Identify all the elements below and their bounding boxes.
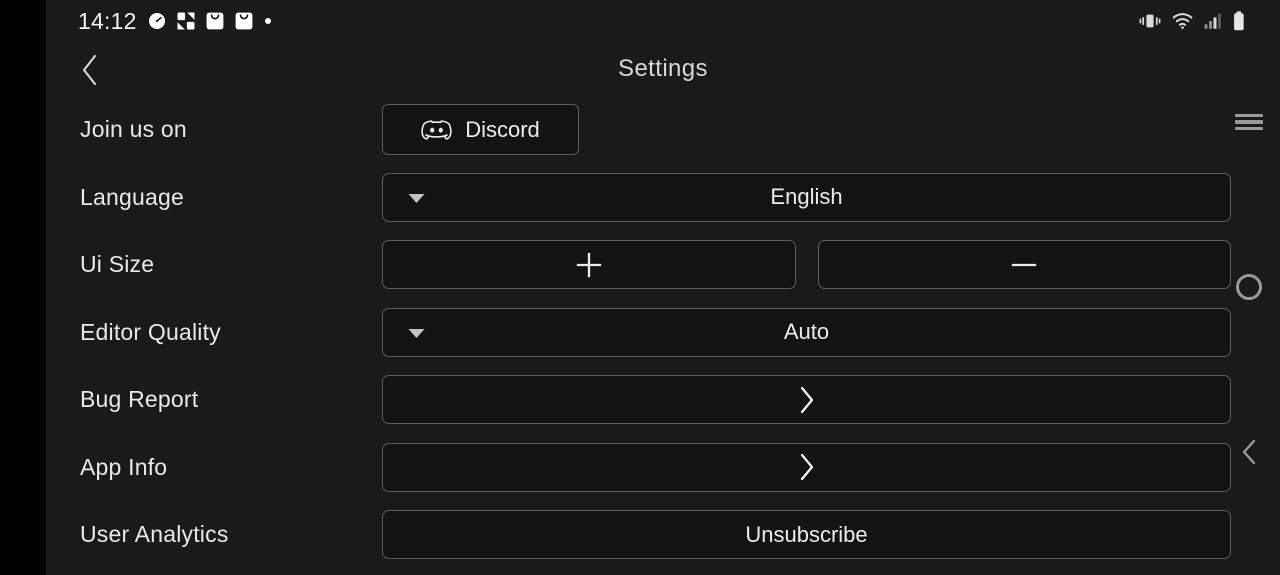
android-nav-bar: [1220, 0, 1280, 575]
speedometer-icon: [148, 13, 165, 29]
row-control-bug-report: [382, 375, 1231, 425]
settings-row-language: Language English: [46, 164, 1280, 232]
chevron-right-icon: [800, 386, 813, 413]
recents-icon: [1235, 111, 1263, 134]
row-control-language: English: [382, 172, 1231, 222]
wifi-icon: [1172, 13, 1193, 29]
status-bar-clock: 14:12: [78, 7, 137, 34]
unsubscribe-button[interactable]: Unsubscribe: [382, 510, 1231, 560]
nav-home-button[interactable]: [1228, 266, 1270, 308]
row-label-join-us-on: Join us on: [80, 116, 187, 143]
ui-size-decrease-button[interactable]: [817, 240, 1231, 290]
row-control-user-analytics: Unsubscribe: [382, 510, 1231, 560]
nav-back-button[interactable]: [1228, 431, 1270, 473]
caret-down-icon: [407, 319, 426, 345]
header-back-button[interactable]: [68, 48, 112, 92]
row-control-app-info: [382, 442, 1231, 492]
bug-report-button[interactable]: [382, 375, 1231, 425]
row-control-editor-quality: Auto: [382, 307, 1231, 357]
status-bar: 14:12: [46, 0, 1280, 42]
language-dropdown[interactable]: English: [382, 172, 1231, 222]
settings-list: Join us on Discord Language English Ui S…: [46, 96, 1280, 569]
settings-row-user-analytics: User Analytics Unsubscribe: [46, 501, 1280, 569]
row-label-editor-quality: Editor Quality: [80, 318, 221, 345]
back-icon: [1242, 439, 1256, 465]
editor-quality-dropdown[interactable]: Auto: [382, 307, 1231, 357]
caret-down-icon: [407, 184, 426, 210]
chevron-left-icon: [82, 54, 97, 86]
left-black-edge: [0, 0, 46, 575]
screen-root: 14:12 Settings Join us on Discord Langua…: [0, 0, 1280, 575]
settings-row-editor-quality: Editor Quality Auto: [46, 299, 1280, 367]
minus-icon: [1012, 263, 1037, 266]
home-icon: [1236, 274, 1262, 300]
settings-row-app-info: App Info: [46, 434, 1280, 502]
app-info-button[interactable]: [382, 442, 1231, 492]
settings-row-bug-report: Bug Report: [46, 366, 1280, 434]
editor-quality-dropdown-value: Auto: [783, 319, 830, 345]
nav-recents-button[interactable]: [1228, 101, 1270, 143]
shopping-bag-icon: [206, 12, 223, 30]
page-title: Settings: [618, 55, 708, 82]
row-control-ui-size: [382, 240, 1231, 290]
settings-row-ui-size: Ui Size: [46, 231, 1280, 299]
row-label-bug-report: Bug Report: [80, 386, 199, 413]
shopping-bag-icon-2: [235, 12, 252, 30]
settings-row-join-us-on: Join us on Discord: [46, 96, 1280, 164]
row-label-ui-size: Ui Size: [80, 251, 155, 278]
app-surface: 14:12 Settings Join us on Discord Langua…: [46, 0, 1280, 575]
discord-button-label: Discord: [465, 116, 540, 142]
dot-indicator-icon: [264, 18, 271, 24]
unsubscribe-button-label: Unsubscribe: [745, 521, 868, 547]
discord-button[interactable]: Discord: [382, 104, 579, 156]
row-label-app-info: App Info: [80, 453, 168, 480]
row-label-user-analytics: User Analytics: [80, 521, 229, 548]
ui-size-increase-button[interactable]: [382, 240, 796, 290]
discord-logo-icon: [421, 119, 452, 140]
ui-size-stepper: [382, 240, 1231, 290]
language-dropdown-value: English: [770, 184, 843, 210]
page-header: Settings: [46, 42, 1280, 96]
row-control-join-us-on: Discord: [382, 104, 1231, 156]
vibrate-mode-icon: [1139, 14, 1161, 28]
app-tile-icon: [177, 12, 195, 30]
chevron-right-icon: [800, 454, 813, 481]
row-label-language: Language: [80, 183, 184, 210]
plus-icon: [576, 252, 601, 277]
status-bar-left-group: 14:12: [78, 8, 272, 35]
